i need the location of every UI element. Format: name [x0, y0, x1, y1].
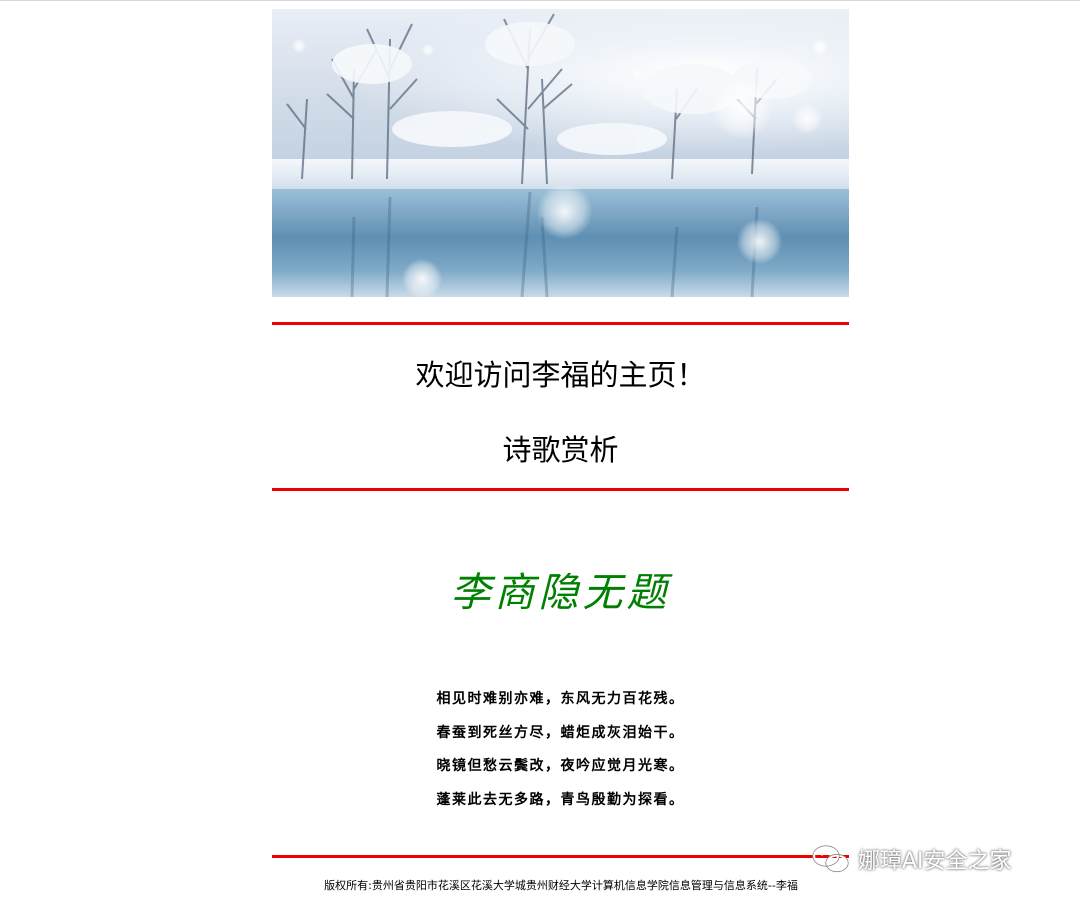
watermark-text: 娜璋AI安全之家	[858, 849, 1012, 874]
wechat-icon	[812, 845, 849, 873]
poem-line: 蓬莱此去无多路，青鸟殷勤为探看。	[436, 791, 685, 808]
copyright-footer: 版权所有:贵州省贵阳市花溪区花溪大学城贵州财经大学计算机信息学院信息管理与信息系…	[324, 879, 798, 892]
red-divider-top	[272, 322, 849, 325]
red-divider-bottom	[272, 855, 849, 858]
wechat-watermark: 娜璋AI安全之家	[812, 842, 1012, 876]
welcome-heading: 欢迎访问李福的主页！	[415, 358, 706, 392]
poem-title: 李商隐无题	[450, 570, 671, 616]
section-heading: 诗歌赏析	[502, 433, 619, 467]
poem-line: 春蚕到死丝方尽，蜡炬成灰泪始干。	[436, 724, 685, 741]
page-content: 欢迎访问李福的主页！ 诗歌赏析 李商隐无题 相见时难别亦难，东风无力百花残。 春…	[272, 0, 849, 907]
red-divider-middle	[272, 488, 849, 491]
banner-snow-lake-image	[272, 9, 849, 297]
poem-line: 晓镜但愁云鬓改，夜吟应觉月光寒。	[436, 758, 685, 774]
poem-line: 相见时难别亦难，东风无力百花残。	[436, 691, 685, 707]
poem-body: 相见时难别亦难，东风无力百花残。 春蚕到死丝方尽，蜡炬成灰泪始干。 晓镜但愁云鬓…	[272, 683, 849, 817]
